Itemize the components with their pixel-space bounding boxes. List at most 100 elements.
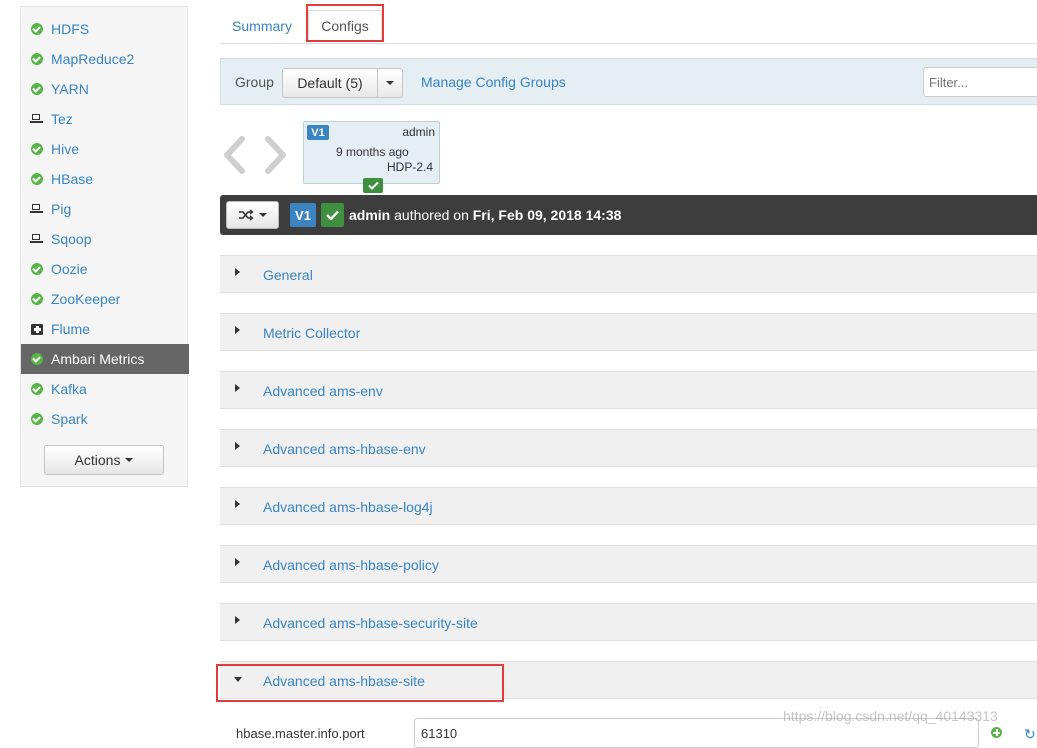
- info-bar-author: admin: [349, 207, 391, 223]
- version-badge: V1: [290, 203, 316, 227]
- sidebar-item-label: Spark: [51, 411, 88, 427]
- check-circle-icon: [31, 173, 43, 185]
- caret-right-icon: [235, 268, 240, 276]
- sidebar-item-label: Hive: [51, 141, 80, 157]
- tab-summary-label: Summary: [232, 18, 292, 34]
- sidebar-item-zookeeper[interactable]: ZooKeeper: [21, 284, 189, 314]
- sidebar-item-label: Kafka: [51, 381, 87, 397]
- manage-config-groups-link[interactable]: Manage Config Groups: [421, 74, 566, 90]
- info-bar-date: Fri, Feb 09, 2018 14:38: [472, 207, 622, 223]
- config-group-select[interactable]: Default (5): [282, 68, 403, 98]
- version-card[interactable]: V1 admin 9 months ago HDP-2.4: [303, 121, 440, 193]
- check-circle-icon: [31, 263, 43, 275]
- config-panel-title[interactable]: Advanced ams-env: [263, 383, 383, 399]
- check-circle-icon: [31, 23, 43, 35]
- config-panel-ams-hbase-policy[interactable]: Advanced ams-hbase-policy: [220, 545, 1037, 583]
- sidebar-item-flume[interactable]: Flume: [21, 314, 189, 344]
- compare-versions-button[interactable]: [226, 201, 279, 229]
- config-panel-general[interactable]: General: [220, 255, 1037, 293]
- property-name: hbase.master.info.port: [236, 726, 365, 741]
- caret-down-icon: [125, 458, 134, 462]
- check-circle-icon: [31, 143, 43, 155]
- laptop-icon: [30, 233, 43, 245]
- config-panel-ams-hbase-log4j[interactable]: Advanced ams-hbase-log4j: [220, 487, 1037, 525]
- current-version-check-icon: [363, 178, 383, 193]
- version-author: admin: [402, 125, 435, 139]
- caret-right-icon: [235, 326, 240, 334]
- sidebar-item-label: Sqoop: [51, 231, 92, 247]
- config-panel-metric-collector[interactable]: Metric Collector: [220, 313, 1037, 351]
- sidebar-item-ambari-metrics[interactable]: Ambari Metrics: [21, 344, 189, 374]
- config-panel-title[interactable]: Advanced ams-hbase-log4j: [263, 499, 433, 515]
- tab-configs-label: Configs: [321, 18, 369, 34]
- sidebar-item-hive[interactable]: Hive: [21, 134, 189, 164]
- config-panel-title[interactable]: Metric Collector: [263, 325, 360, 341]
- sidebar-item-label: MapReduce2: [51, 51, 135, 67]
- caret-right-icon: [235, 616, 240, 624]
- check-circle-icon: [31, 53, 43, 65]
- actions-button-label: Actions: [74, 452, 121, 468]
- config-panel-title[interactable]: Advanced ams-hbase-policy: [263, 557, 439, 573]
- watermark: https://blog.csdn.net/qq_40143313: [783, 708, 998, 724]
- config-panel-ams-hbase-site[interactable]: Advanced ams-hbase-site: [220, 661, 1037, 699]
- caret-down-icon: [234, 677, 242, 682]
- services-sidebar: HDFS MapReduce2 YARN Tez Hive HBase Pig …: [20, 6, 189, 487]
- check-circle-icon: [31, 353, 43, 365]
- laptop-icon: [30, 113, 43, 125]
- caret-down-icon: [386, 81, 394, 85]
- chevron-right-icon[interactable]: [264, 136, 288, 174]
- undo-icon[interactable]: ↻: [1024, 726, 1036, 743]
- config-panel-ams-hbase-security-site[interactable]: Advanced ams-hbase-security-site: [220, 603, 1037, 641]
- sidebar-item-mapreduce2[interactable]: MapReduce2: [21, 44, 189, 74]
- config-panel-title[interactable]: Advanced ams-hbase-site: [263, 673, 425, 689]
- chevron-left-icon[interactable]: [222, 136, 246, 174]
- medkit-icon: [31, 323, 43, 335]
- version-authored-text: admin authored on Fri, Feb 09, 2018 14:3…: [349, 207, 621, 223]
- sidebar-item-kafka[interactable]: Kafka: [21, 374, 189, 404]
- sidebar-item-spark[interactable]: Spark: [21, 404, 189, 434]
- version-badge: V1: [307, 125, 329, 140]
- filter-input[interactable]: [923, 67, 1037, 97]
- actions-button[interactable]: Actions: [44, 445, 164, 475]
- sidebar-item-label: Tez: [51, 111, 73, 127]
- check-circle-icon: [31, 293, 43, 305]
- sidebar-item-sqoop[interactable]: Sqoop: [21, 224, 189, 254]
- group-label: Group: [235, 74, 274, 90]
- sidebar-item-pig[interactable]: Pig: [21, 194, 189, 224]
- check-circle-icon: [31, 383, 43, 395]
- config-panel-title[interactable]: Advanced ams-hbase-security-site: [263, 615, 478, 631]
- config-panel-ams-env[interactable]: Advanced ams-env: [220, 371, 1037, 409]
- service-tabs: Summary Configs: [220, 6, 1037, 44]
- caret-right-icon: [235, 384, 240, 392]
- check-circle-icon: [31, 413, 43, 425]
- config-panel-title[interactable]: General: [263, 267, 313, 283]
- check-circle-icon: [31, 83, 43, 95]
- info-bar-authored-label: authored on: [390, 207, 473, 223]
- version-time-ago: 9 months ago: [336, 145, 409, 159]
- sidebar-item-label: HDFS: [51, 21, 90, 37]
- dropdown-toggle[interactable]: [378, 69, 402, 97]
- sidebar-item-hdfs[interactable]: HDFS: [21, 14, 189, 44]
- laptop-icon: [30, 203, 43, 215]
- tab-summary[interactable]: Summary: [220, 10, 304, 42]
- sidebar-item-hbase[interactable]: HBase: [21, 164, 189, 194]
- version-info-bar: V1 admin authored on Fri, Feb 09, 2018 1…: [220, 195, 1037, 235]
- caret-right-icon: [235, 442, 240, 450]
- caret-down-icon: [259, 213, 267, 217]
- add-property-icon[interactable]: [991, 727, 1002, 738]
- sidebar-item-label: Ambari Metrics: [51, 351, 145, 367]
- sidebar-item-yarn[interactable]: YARN: [21, 74, 189, 104]
- sidebar-item-oozie[interactable]: Oozie: [21, 254, 189, 284]
- sidebar-item-label: Flume: [51, 321, 90, 337]
- config-panel-ams-hbase-env[interactable]: Advanced ams-hbase-env: [220, 429, 1037, 467]
- config-group-bar: Group Default (5) Manage Config Groups: [220, 58, 1037, 105]
- shuffle-icon: [239, 209, 254, 221]
- config-panel-title[interactable]: Advanced ams-hbase-env: [263, 441, 426, 457]
- sidebar-item-label: HBase: [51, 171, 94, 187]
- current-version-check-icon: [321, 203, 344, 227]
- sidebar-item-tez[interactable]: Tez: [21, 104, 189, 134]
- caret-right-icon: [235, 558, 240, 566]
- caret-right-icon: [235, 500, 240, 508]
- sidebar-item-label: Pig: [51, 201, 72, 217]
- tab-configs[interactable]: Configs: [308, 10, 382, 42]
